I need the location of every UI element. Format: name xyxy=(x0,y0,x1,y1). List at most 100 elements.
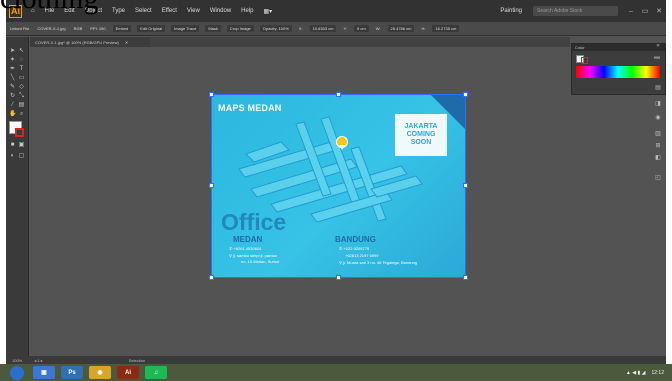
menu-window[interactable]: Window xyxy=(210,8,231,14)
status-bar: 100% ◂ 1 ▸ Selection xyxy=(6,356,666,364)
y-field[interactable]: 9 cm xyxy=(354,25,369,32)
pen-tool-icon[interactable]: ✒ xyxy=(9,66,16,73)
bandung-phone-value: +022 5205775 xyxy=(343,246,370,251)
arrange-grid-icon[interactable]: ▦▾ xyxy=(264,8,273,15)
resize-handle-tr[interactable] xyxy=(463,92,468,97)
illustrator-taskbar-icon[interactable]: Ai xyxy=(117,366,139,379)
draw-mode-icon[interactable]: ◐ xyxy=(9,153,16,160)
linked-file-label: Linked File xyxy=(10,26,30,31)
artboard-nav[interactable]: ◂ 1 ▸ xyxy=(34,358,42,363)
hand-tool-icon[interactable]: ✋ xyxy=(9,111,16,118)
magic-wand-tool-icon[interactable]: ✶ xyxy=(9,57,16,64)
photoshop-taskbar-icon[interactable]: Ps xyxy=(61,366,83,379)
w-label: W: xyxy=(375,26,381,31)
chrome-taskbar-icon[interactable]: ◉ xyxy=(89,366,111,379)
menu-select[interactable]: Select xyxy=(135,8,152,14)
edit-original-button[interactable]: Edit Original xyxy=(137,25,166,32)
menu-help[interactable]: Help xyxy=(241,8,253,14)
resize-handle-ml[interactable] xyxy=(209,183,214,188)
opacity-field[interactable]: Opacity: 100% xyxy=(259,25,292,32)
maximize-icon[interactable]: ▭ xyxy=(638,7,652,15)
linked-file-name[interactable]: COVER-X-1.jpg xyxy=(37,26,65,31)
map-pin-tail xyxy=(339,145,345,150)
medan-address-2: no. 15 Medan, Sumut xyxy=(241,259,280,264)
crop-image-button[interactable]: Crop Image xyxy=(226,25,254,32)
tab-close-icon[interactable]: ✕ xyxy=(125,40,128,45)
screen-mode-icon[interactable]: ▢ xyxy=(18,153,25,160)
scale-tool-icon[interactable]: ⤡ xyxy=(18,93,25,100)
mask-button[interactable]: Mask xyxy=(205,25,221,32)
workspace-switcher[interactable]: Painting xyxy=(500,8,522,14)
graph-tool-icon[interactable]: ▤ xyxy=(18,102,25,109)
zoom-tool-icon[interactable]: ⌕ xyxy=(18,111,25,118)
selection-tool-icon[interactable]: ➤ xyxy=(9,48,16,55)
transform-panel-icon[interactable]: ⊞ xyxy=(654,143,662,150)
h-field[interactable]: 16.2735 cm xyxy=(432,25,460,32)
medan-phone: ✆ +6261 4530604 xyxy=(229,246,262,251)
stroke-swatch[interactable] xyxy=(15,128,24,137)
illustrator-window: Ai ⌂ File Edit Object Type Select Effect… xyxy=(6,0,666,370)
close-icon[interactable]: ✕ xyxy=(652,7,666,15)
properties-panel-icon[interactable]: ◨ xyxy=(654,101,662,108)
menu-view[interactable]: View xyxy=(187,8,200,14)
stock-search-input[interactable]: Search Adobe Stock xyxy=(533,6,618,16)
panel-collapse-icon[interactable]: « xyxy=(654,43,662,50)
overlay-caption: clothing xyxy=(0,0,98,14)
medan-address-1-value: jl. sambu simpi jl. pardan xyxy=(233,253,278,258)
office-heading: Office xyxy=(221,209,287,235)
w-field[interactable]: 25.4786 cm xyxy=(387,25,415,32)
layers-panel-icon[interactable]: ▤ xyxy=(654,85,662,92)
document-tab[interactable]: COVER-X-1.jpg* @ 100% (RGB/GPU Preview) … xyxy=(30,37,150,47)
resize-handle-mr[interactable] xyxy=(463,183,468,188)
explorer-taskbar-icon[interactable]: ▣ xyxy=(33,366,55,379)
line-tool-icon[interactable]: ╲ xyxy=(9,75,16,82)
taskbar-clock[interactable]: 12:12 xyxy=(651,370,664,376)
lasso-tool-icon[interactable]: ◌ xyxy=(18,57,25,64)
eyedropper-tool-icon[interactable]: ⁄ xyxy=(9,102,16,109)
resize-handle-bl[interactable] xyxy=(209,275,214,280)
artboard-number: 1 xyxy=(37,357,40,363)
bandung-phone: ✆ +022 5205775 xyxy=(339,246,370,251)
windows-taskbar: ▣ Ps ◉ Ai ♫ ▲ ◀ ▮ ◢ 12:12 xyxy=(0,364,672,381)
direct-selection-tool-icon[interactable]: ↖ xyxy=(18,48,25,55)
appearance-panel-icon[interactable]: ◉ xyxy=(654,115,662,122)
document-tab-label: COVER-X-1.jpg* @ 100% (RGB/GPU Preview) xyxy=(35,39,119,45)
menu-effect[interactable]: Effect xyxy=(162,8,177,14)
spotify-taskbar-icon[interactable]: ♫ xyxy=(145,366,167,379)
bandung-address: ⚲ jl. Muara sari 3 no. 48 Tegalega, Band… xyxy=(339,260,418,265)
embed-button[interactable]: Embed xyxy=(112,25,132,32)
align-panel-icon[interactable]: ▥ xyxy=(654,131,662,138)
menubar-right: Painting Search Adobe Stock – ▭ ✕ xyxy=(495,6,666,16)
menu-type[interactable]: Type xyxy=(112,8,125,14)
h-label: H: xyxy=(421,26,426,31)
rotate-tool-icon[interactable]: ↻ xyxy=(9,93,16,100)
start-button-icon[interactable] xyxy=(10,365,24,380)
color-spectrum[interactable] xyxy=(576,66,660,78)
gradient-mode-icon[interactable]: ▣ xyxy=(18,142,25,149)
resize-handle-tc[interactable] xyxy=(336,92,341,97)
resize-handle-tl[interactable] xyxy=(209,92,214,97)
right-dock: « ▤ ◨ ◉ ▥ ⊞ ◧ ◰ xyxy=(651,43,666,203)
x-field[interactable]: 10.6353 cm xyxy=(309,25,337,32)
resize-handle-br[interactable] xyxy=(463,275,468,280)
resize-handle-bc[interactable] xyxy=(336,275,341,280)
color-mode-icon[interactable]: ■ xyxy=(9,142,16,149)
image-trace-button[interactable]: Image Trace xyxy=(171,25,200,32)
zoom-level[interactable]: 100% xyxy=(12,358,22,363)
coming-soon-box: JAKARTA COMING SOON xyxy=(395,114,447,156)
bandung-address-value: jl. Muara sari 3 no. 48 Tegalega, Bandun… xyxy=(343,260,418,265)
rectangle-tool-icon[interactable]: ▭ xyxy=(18,75,25,82)
y-label: Y: xyxy=(343,26,348,31)
type-tool-icon[interactable]: T xyxy=(18,66,25,73)
system-tray-icons[interactable]: ▲ ◀ ▮ ◢ xyxy=(626,370,646,376)
artboards-panel-icon[interactable]: ◰ xyxy=(654,175,662,182)
minimize-icon[interactable]: – xyxy=(624,8,638,15)
pathfinder-panel-icon[interactable]: ◧ xyxy=(654,155,662,162)
paintbrush-tool-icon[interactable]: ✎ xyxy=(9,84,16,91)
control-bar: Linked File COVER-X-1.jpg RGB PPI: 150 E… xyxy=(6,22,666,36)
coming-soon-line-1: JAKARTA xyxy=(404,123,438,130)
panel-stroke-swatch[interactable] xyxy=(581,57,588,64)
artboard[interactable]: MAPS MEDAN JAKARTA COMING SOON Office ME… xyxy=(211,94,466,278)
x-label: X: xyxy=(298,26,303,31)
eraser-tool-icon[interactable]: ◇ xyxy=(18,84,25,91)
